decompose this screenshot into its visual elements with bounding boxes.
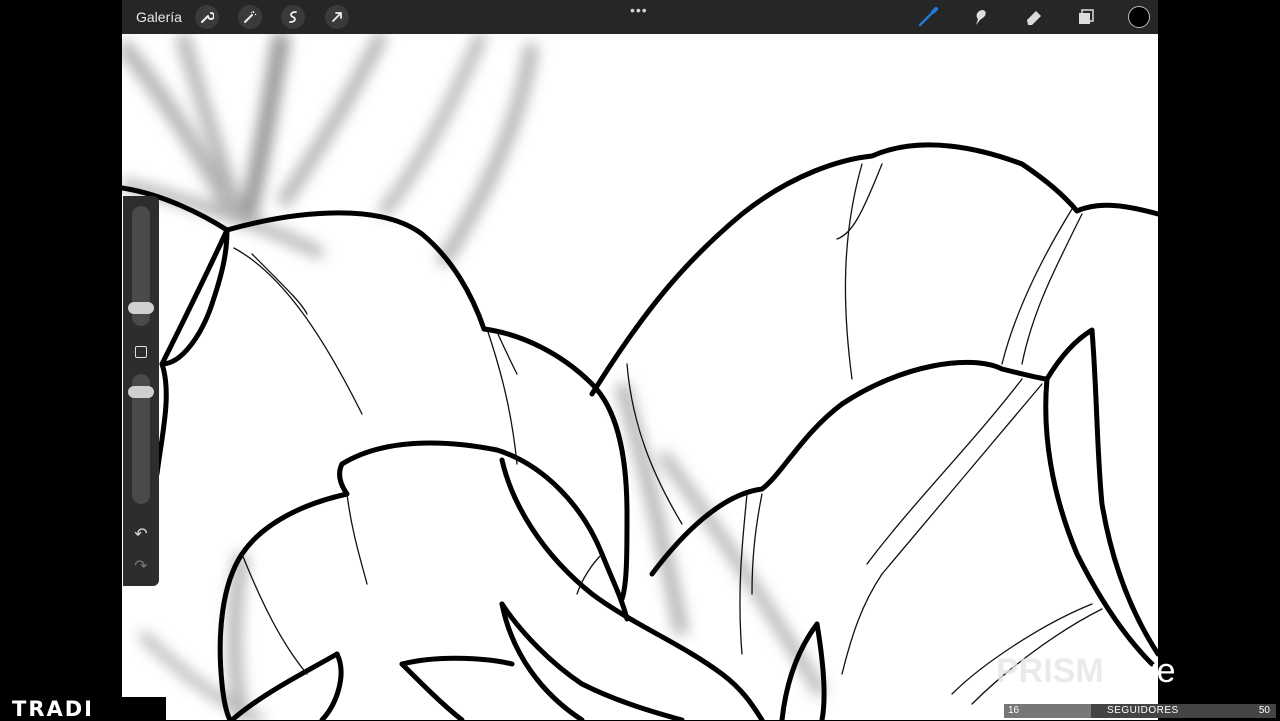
watermark-prism: PRISM — [996, 652, 1104, 690]
opacity-slider[interactable] — [128, 374, 154, 504]
gallery-button[interactable]: Galería — [136, 9, 182, 25]
left-sidebar: ↶ ↷ — [123, 196, 159, 586]
selection-icon[interactable] — [281, 5, 305, 29]
magic-wand-icon[interactable] — [238, 5, 262, 29]
wrench-icon[interactable] — [195, 5, 219, 29]
followers-goal: 50 — [1258, 705, 1270, 716]
redo-icon[interactable]: ↷ — [132, 558, 150, 576]
drawing-canvas[interactable] — [122, 34, 1158, 720]
eraser-icon[interactable] — [1022, 5, 1046, 29]
followers-current: 16 — [1008, 705, 1020, 716]
brush-size-handle[interactable] — [128, 302, 154, 314]
more-options-handle[interactable]: ••• — [630, 2, 648, 18]
modify-button[interactable] — [135, 346, 147, 358]
layers-icon[interactable] — [1074, 5, 1098, 29]
smudge-icon[interactable] — [968, 5, 992, 29]
procreate-app: Galería ••• — [122, 0, 1158, 720]
watermark-live: Live — [1113, 652, 1176, 690]
brand-text: TRADI — [12, 697, 94, 721]
undo-icon[interactable]: ↶ — [132, 526, 150, 544]
brand-banner-corner — [128, 697, 166, 720]
brush-size-slider[interactable] — [128, 206, 154, 326]
prism-live-watermark: PRISM Live — [996, 652, 1176, 691]
color-swatch[interactable] — [1128, 6, 1150, 28]
followers-goal-bar: 16 SEGUIDORES 50 — [1004, 704, 1276, 718]
followers-label: SEGUIDORES — [1107, 705, 1179, 716]
brush-icon[interactable] — [916, 5, 940, 29]
top-toolbar: Galería ••• — [122, 0, 1158, 34]
opacity-handle[interactable] — [128, 386, 154, 398]
transform-arrow-icon[interactable] — [325, 5, 349, 29]
